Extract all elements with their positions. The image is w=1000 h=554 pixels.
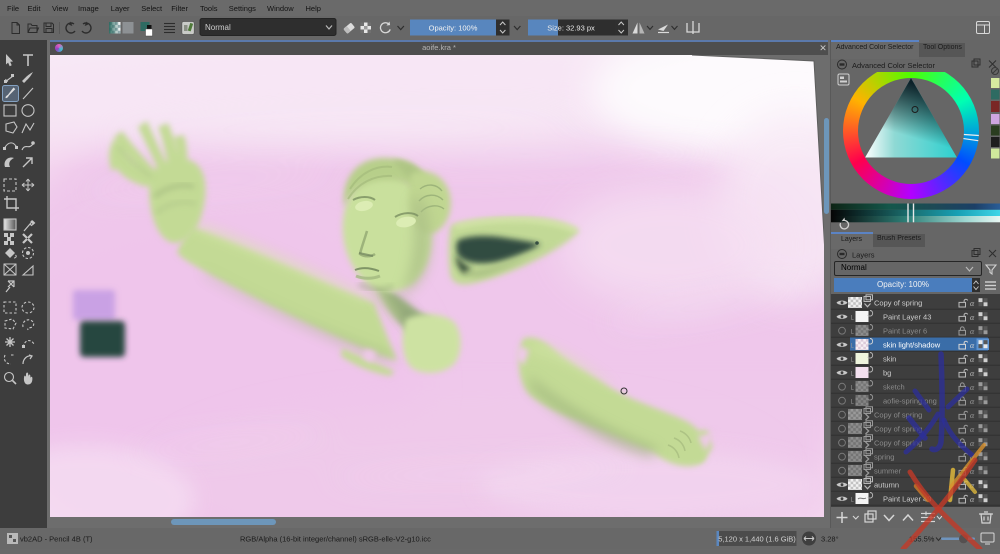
svg-text:Size: 32.93 px: Size: 32.93 px	[547, 24, 595, 33]
svg-text:skin: skin	[883, 355, 896, 364]
svg-text:RGB/Alpha (16-bit integer/chan: RGB/Alpha (16-bit integer/channel) sRGB-…	[240, 535, 431, 544]
svg-text:vb2AD - Pencil 4B (T): vb2AD - Pencil 4B (T)	[20, 535, 93, 544]
svg-text:Paint Layer 6: Paint Layer 6	[883, 327, 927, 336]
svg-text:spring: spring	[874, 453, 894, 462]
svg-text:Copy of spring: Copy of spring	[874, 299, 922, 308]
svg-text:Opacity: 100%: Opacity: 100%	[429, 24, 478, 33]
svg-text:Advanced Color Selector: Advanced Color Selector	[852, 61, 935, 70]
svg-text:aofie-spring.png: aofie-spring.png	[883, 397, 937, 406]
svg-text:summer: summer	[874, 467, 902, 476]
svg-text:autumn: autumn	[874, 481, 899, 490]
svg-text:bg: bg	[883, 369, 891, 378]
svg-text:Paint Layer 43: Paint Layer 43	[883, 313, 931, 322]
svg-text:Paint Layer 40: Paint Layer 40	[883, 495, 931, 504]
svg-text:5,120 x 1,440 (1.6 GiB): 5,120 x 1,440 (1.6 GiB)	[718, 535, 796, 544]
svg-text:skin light/shadow: skin light/shadow	[883, 341, 941, 350]
svg-text:sketch: sketch	[883, 383, 905, 392]
svg-text:Copy of spring: Copy of spring	[874, 411, 922, 420]
svg-text:155.5%: 155.5%	[909, 535, 935, 544]
svg-text:Copy of spring: Copy of spring	[874, 425, 922, 434]
svg-text:Copy of spring: Copy of spring	[874, 439, 922, 448]
svg-text:Layers: Layers	[852, 251, 875, 260]
svg-text:3.28°: 3.28°	[821, 535, 839, 544]
svg-text:Normal: Normal	[205, 23, 231, 32]
